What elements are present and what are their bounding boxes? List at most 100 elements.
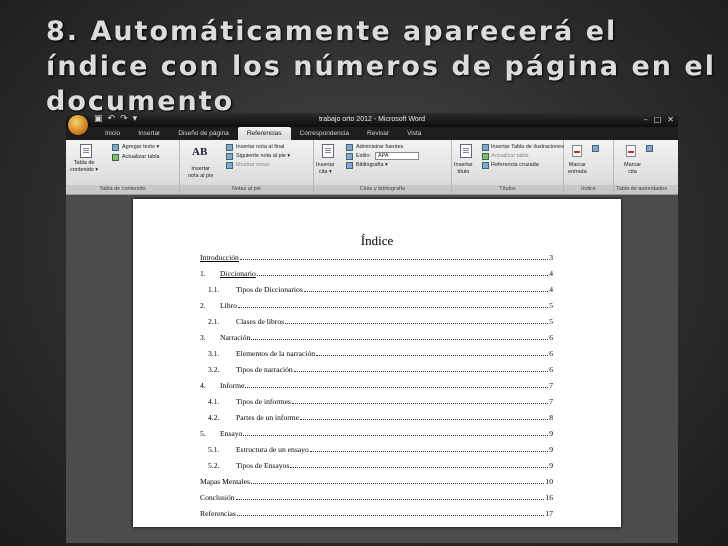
next-footnote-button[interactable]: Siguiente nota al pie ▾: [236, 153, 290, 160]
toc-entry-text: Estructura de un ensayo: [236, 445, 309, 454]
tab-vista[interactable]: Vista: [398, 127, 430, 140]
toc-entry-text: Conclusión: [200, 493, 235, 502]
toc-entry-text: Diccionario: [220, 269, 256, 278]
add-text-button[interactable]: Agregar texto ▾: [122, 144, 159, 151]
index-title: Índice: [360, 233, 394, 248]
toc-entry[interactable]: 2. Libro 5: [200, 298, 553, 310]
tab-diseno-pagina[interactable]: Diseño de página: [169, 127, 238, 140]
toc-entry-page: 6: [549, 365, 553, 374]
tab-correspondencia[interactable]: Correspondencia: [291, 127, 359, 140]
toc-leader-dots: [316, 354, 549, 356]
toc-entry[interactable]: 5.2. Tipos de Ensayos 9: [208, 458, 553, 470]
insert-footnote-button[interactable]: Insertar nota al pie: [188, 166, 213, 180]
toc-entry-number: 4.2.: [208, 413, 220, 422]
toc-leader-dots: [303, 290, 549, 292]
captions-group-label: Títulos: [452, 185, 563, 194]
toc-entry[interactable]: 2.1. Clases de libros 5: [208, 314, 553, 326]
insert-endnote-button[interactable]: Insertar nota al final: [236, 144, 284, 151]
toc-leader-dots: [256, 274, 549, 276]
update-figures-icon: [482, 153, 489, 160]
insert-citation-button[interactable]: Insertar cita ▾: [316, 162, 335, 176]
toc-entry-number: 4.1.: [208, 397, 220, 406]
close-icon[interactable]: ✕: [667, 114, 674, 125]
toc-entry[interactable]: Conclusión 16: [200, 490, 553, 502]
toc-leader-dots: [309, 450, 549, 452]
toc-entry-page: 6: [549, 349, 553, 358]
toc-entry-number: 3.: [200, 333, 206, 342]
update-table-button[interactable]: Actualizar tabla: [122, 154, 160, 161]
cross-reference-icon: [482, 162, 489, 169]
toc-entry-page: 8: [549, 413, 553, 422]
toc-entry[interactable]: 3. Narración 6: [200, 330, 553, 342]
tab-insertar[interactable]: Insertar: [129, 127, 169, 140]
toc-leader-dots: [290, 466, 549, 468]
insert-citation-icon: [322, 144, 334, 158]
toc-entry[interactable]: 4.2. Partes de un informe 8: [208, 410, 553, 422]
insert-table-figures-button[interactable]: Insertar Tabla de ilustraciones: [491, 144, 564, 151]
document-page[interactable]: Índice Introducción 3 1. Diccionario 4 1.1. Ti…: [133, 199, 621, 527]
toc-entry-text: Referencias: [200, 509, 236, 518]
toc-entry-page: 9: [549, 445, 553, 454]
toc-entry-number: 2.1.: [208, 317, 220, 326]
manage-sources-button[interactable]: Administrar fuentes: [356, 144, 403, 151]
toc-group: Tabla de contenido ▾ Agregar texto ▾ Act…: [66, 140, 180, 194]
style-select[interactable]: APA: [375, 152, 419, 160]
citations-group: Insertar cita ▾ Administrar fuentes Esti…: [314, 140, 452, 194]
style-label: Estilo:: [356, 153, 371, 159]
toc-entry-number: 5.1.: [208, 445, 220, 454]
slide-title: 8. Automáticamente aparecerá el índice c…: [46, 16, 716, 117]
cross-reference-button[interactable]: Referencia cruzada: [491, 162, 539, 169]
maximize-icon[interactable]: □: [654, 114, 662, 125]
toc-entry[interactable]: 4. Informe 7: [200, 378, 553, 390]
office-button[interactable]: [68, 115, 88, 135]
toc-entry[interactable]: 4.1. Tipos de informes 7: [208, 394, 553, 406]
show-notes-button[interactable]: Mostrar notas: [236, 162, 270, 169]
toc-entry[interactable]: 3.2. Tipos de narración 6: [208, 362, 553, 374]
toc-leader-dots: [300, 418, 549, 420]
ribbon-tabs: Inicio Insertar Diseño de página Referen…: [66, 127, 678, 140]
next-footnote-icon: [226, 153, 233, 160]
ribbon: Tabla de contenido ▾ Agregar texto ▾ Act…: [66, 140, 678, 195]
toc-entry-page: 7: [549, 381, 553, 390]
toc-entry-page: 4: [549, 285, 553, 294]
mark-citation-button[interactable]: Marcar cita: [624, 162, 641, 176]
toc-entry[interactable]: 5. Ensayo 9: [200, 426, 553, 438]
minimize-icon[interactable]: –: [644, 114, 648, 125]
window-controls: – □ ✕: [644, 114, 674, 125]
bibliography-icon: [346, 162, 353, 169]
tab-referencias[interactable]: Referencias: [237, 127, 291, 140]
toc-entry-page: 5: [549, 301, 553, 310]
toc-leader-dots: [239, 258, 549, 260]
insert-authorities-icon[interactable]: [646, 145, 653, 152]
toc-entry[interactable]: 3.1. Elementos de la narración 6: [208, 346, 553, 358]
footnotes-group: AB Insertar nota al pie Insertar nota al…: [180, 140, 314, 194]
word-window-screenshot: ▣ ↶ ↷ ▾ trabajo orto 2012 - Microsoft Wo…: [66, 113, 678, 543]
toc-entry-text: Elementos de la narración: [236, 349, 316, 358]
toc-entry-text: Tipos de narración: [236, 365, 293, 374]
insert-caption-icon: [460, 144, 472, 158]
document-area: Índice Introducción 3 1. Diccionario 4 1.1. Ti…: [66, 195, 678, 543]
tab-revisar[interactable]: Revisar: [358, 127, 398, 140]
toc-entry[interactable]: Mapas Mentales 10: [200, 474, 553, 486]
update-figures-button[interactable]: Actualizar tabla: [491, 153, 529, 160]
bibliography-button[interactable]: Bibliografía ▾: [356, 162, 388, 169]
authorities-group: Marcar cita Tabla de autoridades: [614, 140, 678, 194]
insert-index-icon[interactable]: [592, 145, 599, 152]
tab-inicio[interactable]: Inicio: [96, 127, 129, 140]
toc-entry[interactable]: Referencias 17: [200, 506, 553, 518]
insert-caption-button[interactable]: Insertar título: [454, 162, 473, 176]
toc-entry[interactable]: 1.1. Tipos de Diccionarios 4: [208, 282, 553, 294]
toc-entry[interactable]: 5.1. Estructura de un ensayo 9: [208, 442, 553, 454]
toc-entry[interactable]: Introducción 3: [200, 250, 553, 262]
toc-leader-dots: [251, 338, 549, 340]
toc-entry-page: 16: [545, 493, 553, 502]
toc-entry-page: 4: [549, 269, 553, 278]
toc-entry-text: Tipos de informes: [236, 397, 291, 406]
toc-button[interactable]: Tabla de contenido ▾: [70, 160, 98, 174]
toc-entry-number: 2.: [200, 301, 206, 310]
toc-entry-page: 9: [549, 461, 553, 470]
toc-entry-page: 7: [549, 397, 553, 406]
toc-entry-page: 17: [545, 509, 553, 518]
mark-entry-button[interactable]: Marcar entrada: [568, 162, 587, 176]
toc-entry[interactable]: 1. Diccionario 4: [200, 266, 553, 278]
